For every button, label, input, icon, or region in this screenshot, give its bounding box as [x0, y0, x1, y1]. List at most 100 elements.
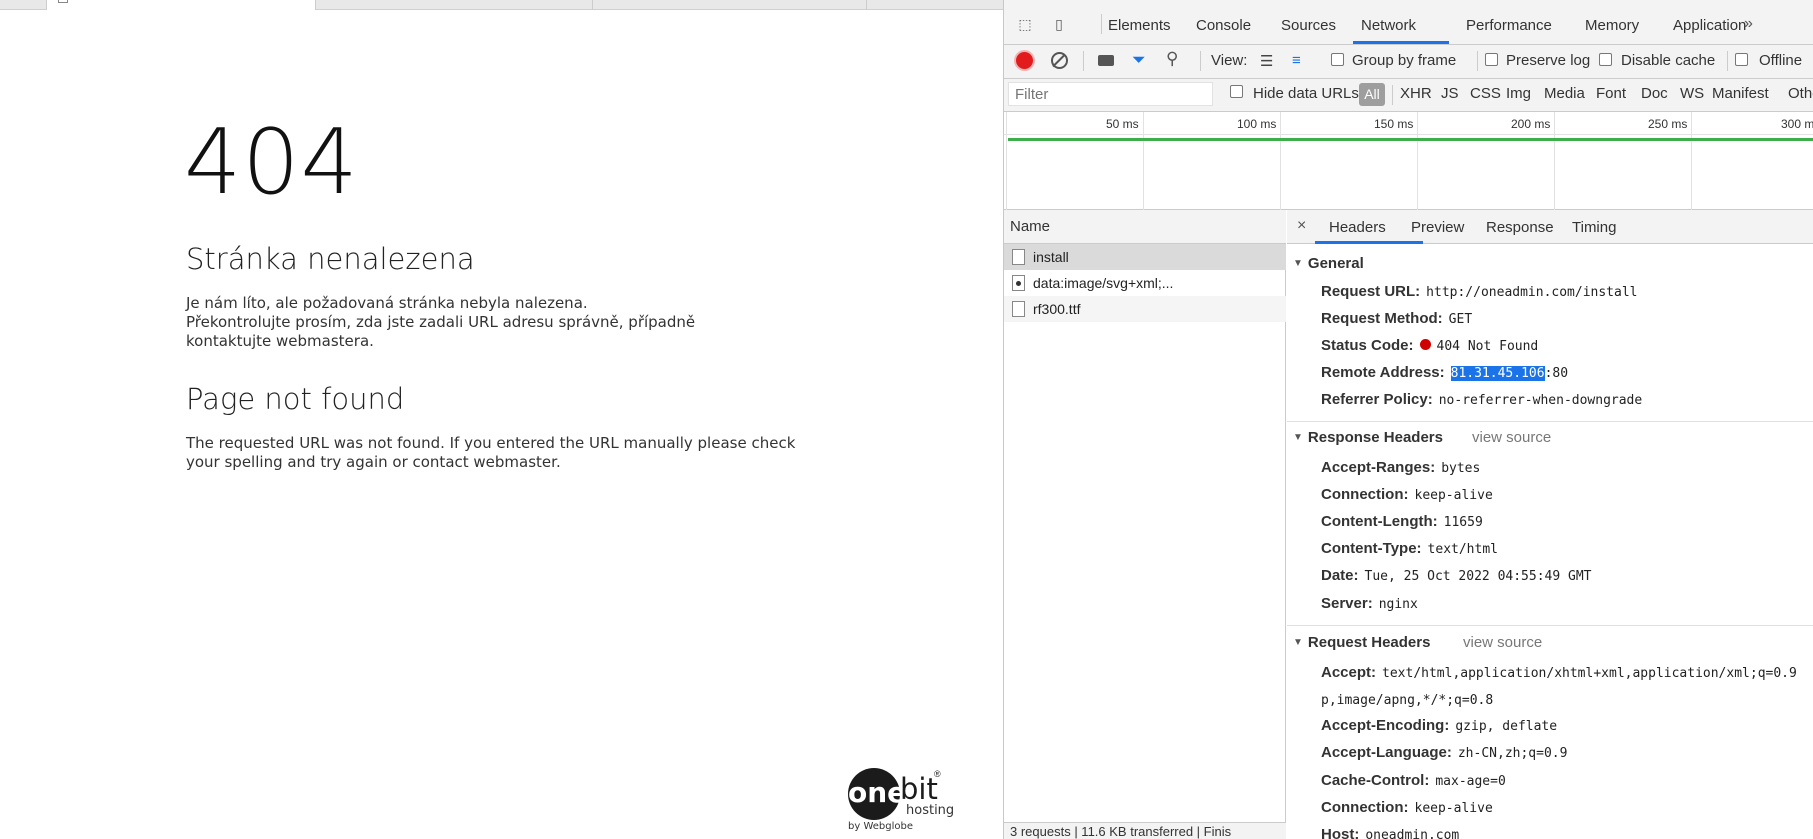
type-filter-css[interactable]: CSS	[1470, 85, 1501, 102]
request-headers-toggle[interactable]: ▼ Request Headers	[1293, 634, 1430, 651]
onebit-logo[interactable]: one bit ® hosting by Webglobe	[848, 768, 958, 836]
preserve-log-checkbox[interactable]	[1485, 53, 1498, 66]
active-detail-tab-indicator	[1315, 241, 1423, 244]
header-value[interactable]: gzip, deflate	[1455, 719, 1557, 734]
hide-data-urls-checkbox[interactable]	[1230, 85, 1243, 98]
request-row[interactable]: data:image/svg+xml;...	[1004, 270, 1286, 296]
header-value[interactable]: zh-CN,zh;q=0.9	[1458, 746, 1568, 761]
response-header-row: Connection: keep-alive	[1321, 486, 1493, 503]
header-value[interactable]: text/html	[1428, 542, 1498, 557]
network-overview[interactable]: 50 ms 100 ms 150 ms 200 ms 250 ms 300 m	[1004, 112, 1813, 210]
section-divider	[1287, 625, 1813, 626]
timeline-gridline	[1280, 112, 1281, 210]
type-filter-js[interactable]: JS	[1441, 85, 1459, 102]
timeline-gridline	[1417, 112, 1418, 210]
type-filter-media[interactable]: Media	[1544, 85, 1585, 102]
browser-tab[interactable]	[46, 0, 316, 10]
header-key: Request Method:	[1321, 310, 1443, 327]
filter-input[interactable]	[1008, 82, 1213, 106]
tab-application[interactable]: Application	[1673, 17, 1746, 34]
tab-sources[interactable]: Sources	[1281, 17, 1336, 34]
header-value[interactable]: oneadmin.com	[1365, 828, 1459, 839]
request-row[interactable]: install	[1004, 244, 1286, 270]
inspect-element-icon[interactable]: ⬚	[1016, 15, 1034, 33]
header-key: Connection:	[1321, 799, 1409, 816]
record-icon[interactable]	[1016, 52, 1033, 69]
header-value[interactable]: http://oneadmin.com/install	[1426, 285, 1637, 300]
header-key: Remote Address:	[1321, 364, 1445, 381]
request-name: data:image/svg+xml;...	[1033, 275, 1174, 291]
capture-screenshots-icon[interactable]	[1098, 55, 1114, 66]
type-filter-manifest[interactable]: Manifest	[1712, 85, 1769, 102]
more-tabs-icon[interactable]: »	[1744, 15, 1753, 33]
type-filter-doc[interactable]: Doc	[1641, 85, 1668, 102]
logo-by-webglobe: by Webglobe	[848, 821, 913, 832]
clear-icon[interactable]	[1051, 52, 1068, 69]
search-icon[interactable]: ⚲	[1166, 50, 1178, 67]
response-view-source-link[interactable]: view source	[1472, 429, 1551, 446]
type-filter-other[interactable]: Othe	[1788, 85, 1813, 102]
referrer-policy-row: Referrer Policy: no-referrer-when-downgra…	[1321, 391, 1642, 408]
response-header-row: Content-Length: 11659	[1321, 513, 1483, 530]
header-value[interactable]: keep-alive	[1415, 488, 1493, 503]
header-value[interactable]: 404 Not Found	[1437, 339, 1539, 354]
header-key: Content-Type:	[1321, 540, 1422, 557]
timeline-gridline	[1691, 112, 1692, 210]
logo-one: one	[848, 768, 906, 820]
offline-checkbox[interactable]	[1735, 53, 1748, 66]
request-header-row: Accept: text/html,application/xhtml+xml,a…	[1321, 664, 1797, 681]
header-key: Accept:	[1321, 664, 1377, 681]
selected-ip-text[interactable]: 81.31.45.106	[1450, 366, 1545, 381]
heading-english: Page not found	[186, 382, 405, 416]
response-headers-toggle[interactable]: ▼ Response Headers	[1293, 429, 1443, 446]
type-filter-img[interactable]: Img	[1506, 85, 1531, 102]
device-toolbar-icon[interactable]: ▯	[1050, 15, 1068, 33]
group-by-frame-checkbox[interactable]	[1331, 53, 1344, 66]
type-filter-ws[interactable]: WS	[1680, 85, 1704, 102]
type-filter-font[interactable]: Font	[1596, 85, 1626, 102]
tab-elements[interactable]: Elements	[1108, 17, 1171, 34]
header-value[interactable]: GET	[1449, 312, 1472, 327]
remote-address-row: Remote Address: 81.31.45.106:80	[1321, 364, 1568, 381]
header-value[interactable]: text/html,application/xhtml+xml,applicat…	[1382, 666, 1797, 681]
tab-timing[interactable]: Timing	[1572, 219, 1616, 236]
request-view-source-link[interactable]: view source	[1463, 634, 1542, 651]
request-headers-title: Request Headers	[1307, 634, 1431, 651]
header-value[interactable]: max-age=0	[1435, 774, 1505, 789]
header-key: Referrer Policy:	[1321, 391, 1433, 408]
type-filter-xhr[interactable]: XHR	[1400, 85, 1432, 102]
tab-headers[interactable]: Headers	[1329, 219, 1386, 236]
header-value[interactable]: nginx	[1379, 597, 1418, 612]
large-rows-icon[interactable]: ☰	[1260, 52, 1273, 70]
response-header-row: Date: Tue, 25 Oct 2022 04:55:49 GMT	[1321, 567, 1592, 584]
request-row[interactable]: rf300.ttf	[1004, 296, 1286, 322]
general-section-toggle[interactable]: ▼ General	[1293, 255, 1364, 272]
error-code: 404	[184, 110, 359, 215]
tab-console[interactable]: Console	[1196, 17, 1251, 34]
toolbar-divider	[1200, 51, 1201, 71]
header-value[interactable]: p,image/apng,*/*;q=0.8	[1321, 693, 1493, 708]
close-icon[interactable]: ×	[1297, 217, 1306, 235]
header-key: Accept-Language:	[1321, 744, 1452, 761]
header-value[interactable]: :80	[1545, 366, 1568, 381]
tab-network[interactable]: Network	[1361, 17, 1416, 34]
header-value[interactable]: Tue, 25 Oct 2022 04:55:49 GMT	[1365, 569, 1592, 584]
header-value[interactable]: no-referrer-when-downgrade	[1439, 393, 1643, 408]
message-english: The requested URL was not found. If you …	[186, 434, 796, 471]
header-value[interactable]: 11659	[1444, 515, 1483, 530]
tab-response[interactable]: Response	[1486, 219, 1554, 236]
preserve-log-label: Preserve log	[1506, 52, 1591, 69]
tab-preview[interactable]: Preview	[1411, 219, 1464, 236]
filter-icon[interactable]: ⏷	[1132, 51, 1146, 68]
disable-cache-checkbox[interactable]	[1599, 53, 1612, 66]
tab-performance[interactable]: Performance	[1466, 17, 1552, 34]
tab-memory[interactable]: Memory	[1585, 17, 1639, 34]
font-file-icon	[1012, 301, 1025, 317]
tabbar-divider	[1101, 14, 1102, 34]
request-url-row: Request URL: http://oneadmin.com/install	[1321, 283, 1638, 300]
header-value[interactable]: bytes	[1441, 461, 1480, 476]
type-filter-all[interactable]: All	[1359, 83, 1385, 106]
overview-icon[interactable]: ≡	[1292, 52, 1301, 69]
header-value[interactable]: keep-alive	[1415, 801, 1493, 816]
name-column-header[interactable]: Name	[1004, 210, 1286, 244]
